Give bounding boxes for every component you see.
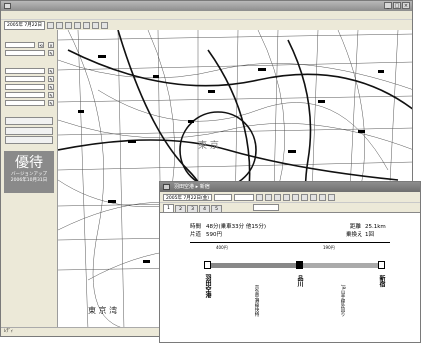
edit-icon[interactable]: ✎ bbox=[48, 92, 54, 98]
route-detail: 時間 48分(乗車33分 他15分) 片道 590円 距離 25.1km 乗換え… bbox=[160, 221, 420, 342]
toolbar-button[interactable] bbox=[73, 21, 81, 29]
route-option-button[interactable] bbox=[253, 204, 279, 211]
route-title-bar[interactable]: 羽田空港 ▸ 新宿 bbox=[160, 182, 420, 192]
departure-station-input[interactable] bbox=[5, 50, 45, 56]
promo-title: 優待 bbox=[15, 155, 43, 171]
toolbar-button[interactable] bbox=[255, 193, 263, 201]
status-text: ﾚﾃﾞｨ bbox=[4, 329, 13, 334]
toolbar-button[interactable] bbox=[327, 193, 335, 201]
sort-select[interactable] bbox=[233, 193, 254, 201]
toolbar-button[interactable] bbox=[300, 193, 308, 201]
transfers-value: 1回 bbox=[365, 232, 374, 238]
toolbar-button[interactable] bbox=[82, 21, 90, 29]
time-label: 時間 bbox=[190, 224, 202, 230]
time-value: 48分(乗車33分 他15分) bbox=[206, 224, 267, 230]
maximize-icon[interactable]: □ bbox=[393, 2, 401, 9]
edit-icon[interactable]: ✎ bbox=[48, 100, 54, 106]
distance-label: 距離 bbox=[350, 224, 362, 230]
distance-value: 25.1km bbox=[365, 224, 386, 230]
fare-label: 片道 bbox=[190, 232, 202, 238]
station-origin[interactable]: 羽田空港 bbox=[203, 271, 211, 301]
toolbar-button[interactable] bbox=[273, 193, 281, 201]
via-station-input[interactable] bbox=[5, 68, 45, 74]
toolbar-button[interactable] bbox=[264, 193, 272, 201]
map-label-tokyo: 東 京 bbox=[198, 139, 219, 151]
side-action-button[interactable] bbox=[5, 117, 53, 125]
route-leg-bar bbox=[301, 263, 381, 268]
window-controls: _ □ × bbox=[384, 2, 410, 9]
side-action-button[interactable] bbox=[5, 136, 53, 144]
date-select[interactable]: 2005年 7月22日(金) bbox=[163, 193, 212, 201]
close-small-icon[interactable]: × bbox=[48, 42, 54, 48]
minimize-icon[interactable]: _ bbox=[384, 2, 392, 9]
app-icon bbox=[4, 3, 11, 9]
toolbar-button[interactable] bbox=[282, 193, 290, 201]
edit-icon[interactable]: ✎ bbox=[48, 76, 54, 82]
calendar-icon[interactable] bbox=[46, 21, 54, 29]
via-station-input[interactable] bbox=[5, 84, 45, 90]
promo-banner[interactable]: 優待 バージョンアップ 2006年10月31日 bbox=[4, 151, 54, 193]
tab-route-5[interactable]: 5 bbox=[211, 205, 222, 212]
via-station-input[interactable] bbox=[5, 92, 45, 98]
summary-divider bbox=[190, 242, 390, 243]
route-title: 羽田空港 ▸ 新宿 bbox=[174, 184, 210, 190]
departure-field[interactable] bbox=[5, 42, 35, 48]
transfers-label: 乗換え bbox=[346, 232, 363, 238]
route-tabs: 1 2 3 4 5 bbox=[160, 203, 420, 213]
tab-route-2[interactable]: 2 bbox=[175, 205, 186, 212]
date-field[interactable]: 2005年 7月22日 bbox=[4, 20, 45, 30]
search-button[interactable] bbox=[55, 21, 63, 29]
via-station-input[interactable] bbox=[5, 100, 45, 106]
copy-icon[interactable] bbox=[318, 193, 326, 201]
station-destination[interactable]: 新宿 bbox=[377, 271, 385, 291]
route-result-window: 羽田空港 ▸ 新宿 2005年 7月22日(金) 1 2 3 4 5 時間 48… bbox=[159, 181, 421, 343]
station-marker bbox=[296, 261, 303, 269]
tab-route-1[interactable]: 1 bbox=[163, 204, 174, 212]
close-icon[interactable]: × bbox=[402, 2, 410, 9]
station-marker bbox=[204, 261, 211, 269]
route-leg-bar bbox=[208, 263, 298, 268]
line-name: JR山手線外回り bbox=[340, 285, 345, 317]
line-name: 京急空港線快特 bbox=[254, 285, 259, 317]
station-marker bbox=[378, 261, 385, 269]
via-station-input[interactable] bbox=[5, 76, 45, 82]
tab-route-4[interactable]: 4 bbox=[199, 205, 210, 212]
main-title-bar[interactable]: _ □ × bbox=[1, 1, 412, 11]
menu-bar bbox=[1, 11, 412, 20]
edit-icon[interactable]: ✎ bbox=[48, 50, 54, 56]
route-toolbar: 2005年 7月22日(金) bbox=[160, 192, 420, 203]
app-icon bbox=[163, 184, 170, 190]
edit-icon[interactable]: ✎ bbox=[48, 84, 54, 90]
print-icon[interactable] bbox=[100, 21, 108, 29]
toolbar-button[interactable] bbox=[64, 21, 72, 29]
fare-value: 590円 bbox=[206, 232, 222, 238]
side-action-button[interactable] bbox=[5, 127, 53, 135]
map-label-tokyo-bay: 東 京 湾 bbox=[88, 305, 117, 315]
time-type-select[interactable] bbox=[213, 193, 232, 201]
toolbar-button[interactable] bbox=[291, 193, 299, 201]
toolbar-button[interactable] bbox=[91, 21, 99, 29]
edit-icon[interactable]: ✎ bbox=[48, 68, 54, 74]
search-side-panel: ⟲ × ✎ ✎ ✎ ✎ ✎ ✎ 優待 バージョンアップ 2006年10月31日 bbox=[1, 30, 58, 328]
leg-fare: 190円 bbox=[323, 245, 335, 250]
print-icon[interactable] bbox=[309, 193, 317, 201]
tab-route-3[interactable]: 3 bbox=[187, 205, 198, 212]
clear-icon[interactable]: ⟲ bbox=[38, 42, 44, 48]
station-transfer[interactable]: 品川 bbox=[295, 271, 303, 291]
promo-date: 2006年10月31日 bbox=[10, 178, 48, 183]
leg-fare: 400円 bbox=[216, 245, 228, 250]
